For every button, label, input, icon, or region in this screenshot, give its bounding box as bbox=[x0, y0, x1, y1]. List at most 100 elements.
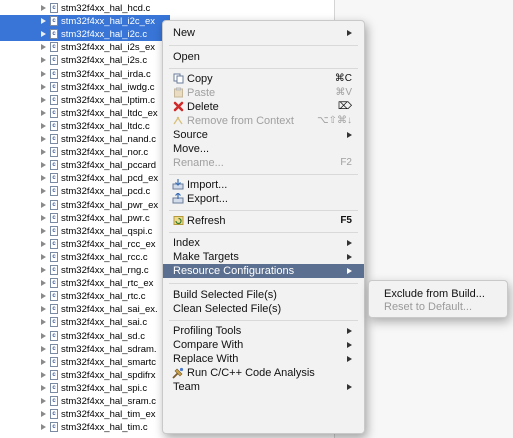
file-name: stm32f4xx_hal_sd.c bbox=[61, 330, 145, 342]
tree-file-row[interactable]: c stm32f4xx_hal_lptim.c bbox=[0, 94, 170, 107]
expand-arrow-icon[interactable] bbox=[41, 358, 46, 365]
tree-file-row[interactable]: c stm32f4xx_hal_rcc_ex bbox=[0, 238, 170, 251]
tree-file-row[interactable]: c stm32f4xx_hal_sdram. bbox=[0, 343, 170, 356]
tree-file-row[interactable]: c stm32f4xx_hal_hcd.c bbox=[0, 2, 170, 15]
expand-arrow-icon[interactable] bbox=[41, 122, 46, 129]
menu-item-build-selected[interactable]: Build Selected File(s) bbox=[163, 288, 364, 302]
c-file-icon: c bbox=[50, 42, 58, 53]
expand-arrow-icon[interactable] bbox=[41, 398, 46, 404]
menu-item-index[interactable]: Index bbox=[163, 236, 364, 250]
tree-file-row[interactable]: c stm32f4xx_hal_ltdc_ex bbox=[0, 107, 170, 120]
expand-arrow-icon[interactable] bbox=[41, 280, 46, 287]
menu-item-source[interactable]: Source bbox=[163, 128, 364, 142]
tree-file-row[interactable]: c stm32f4xx_hal_rcc.c bbox=[0, 251, 170, 264]
expand-arrow-icon[interactable] bbox=[41, 31, 46, 38]
menu-item-move[interactable]: Move... bbox=[163, 142, 364, 156]
expand-arrow-icon[interactable] bbox=[41, 175, 46, 182]
expand-arrow-icon[interactable] bbox=[41, 57, 46, 64]
c-file-icon: c bbox=[50, 369, 58, 380]
expand-arrow-icon[interactable] bbox=[41, 5, 46, 11]
expand-arrow-icon[interactable] bbox=[41, 227, 46, 234]
menu-item-compare-with[interactable]: Compare With bbox=[163, 338, 364, 352]
menu-separator bbox=[169, 174, 358, 175]
tree-file-row[interactable]: c stm32f4xx_hal_i2s.c bbox=[0, 54, 170, 67]
tree-file-row[interactable]: c stm32f4xx_hal_smartc bbox=[0, 356, 170, 369]
expand-arrow-icon[interactable] bbox=[41, 371, 46, 378]
tree-file-row[interactable]: c stm32f4xx_hal_i2s_ex bbox=[0, 41, 170, 54]
expand-arrow-icon[interactable] bbox=[41, 293, 46, 300]
tree-file-row[interactable]: c stm32f4xx_hal_spdifrx bbox=[0, 369, 170, 382]
expand-arrow-icon[interactable] bbox=[41, 18, 46, 25]
expand-arrow-icon[interactable] bbox=[41, 214, 46, 221]
menu-item-run-code-analysis[interactable]: Run C/C++ Code Analysis bbox=[163, 366, 364, 380]
tree-file-row[interactable]: c stm32f4xx_hal_sram.c bbox=[0, 395, 170, 408]
expand-arrow-icon[interactable] bbox=[41, 44, 46, 51]
tree-file-row[interactable]: c stm32f4xx_hal_irda.c bbox=[0, 68, 170, 81]
tree-file-row[interactable]: c stm32f4xx_hal_pcd_ex bbox=[0, 172, 170, 185]
menu-item-export[interactable]: Export... bbox=[163, 192, 364, 206]
expand-arrow-icon[interactable] bbox=[41, 253, 46, 260]
expand-arrow-icon[interactable] bbox=[41, 332, 46, 339]
tree-file-row[interactable]: c stm32f4xx_hal_i2c.c bbox=[0, 28, 170, 42]
tree-file-row[interactable]: c stm32f4xx_hal_tim.c bbox=[0, 421, 170, 434]
expand-arrow-icon[interactable] bbox=[41, 306, 46, 313]
tree-file-row[interactable]: c stm32f4xx_hal_sd.c bbox=[0, 330, 170, 343]
expand-arrow-icon[interactable] bbox=[41, 424, 46, 431]
expand-arrow-icon[interactable] bbox=[41, 83, 46, 90]
expand-arrow-icon[interactable] bbox=[41, 162, 46, 169]
expand-arrow-icon[interactable] bbox=[41, 136, 46, 142]
tree-file-row[interactable]: c stm32f4xx_hal_pccard bbox=[0, 159, 170, 172]
tree-file-row[interactable]: c stm32f4xx_hal_nand.c bbox=[0, 133, 170, 146]
expand-arrow-icon[interactable] bbox=[41, 109, 46, 116]
menu-item-new[interactable]: New bbox=[163, 26, 364, 40]
tree-file-row[interactable]: c stm32f4xx_hal_spi.c bbox=[0, 382, 170, 395]
menu-item-make-targets[interactable]: Make Targets bbox=[163, 250, 364, 264]
menu-item-refresh[interactable]: Refresh F5 bbox=[163, 214, 364, 228]
tree-file-row[interactable]: c stm32f4xx_hal_sai.c bbox=[0, 316, 170, 329]
file-name: stm32f4xx_hal_nor.c bbox=[61, 147, 149, 159]
file-name: stm32f4xx_hal_i2c.c bbox=[61, 29, 148, 41]
tree-file-row[interactable]: c stm32f4xx_hal_rtc.c bbox=[0, 290, 170, 303]
tree-file-row[interactable]: c stm32f4xx_hal_pwr.c bbox=[0, 212, 170, 225]
tree-file-row[interactable]: c stm32f4xx_hal_nor.c bbox=[0, 146, 170, 159]
menu-item-import[interactable]: Import... bbox=[163, 178, 364, 192]
expand-arrow-icon[interactable] bbox=[41, 96, 46, 103]
menu-item-profiling-tools[interactable]: Profiling Tools bbox=[163, 324, 364, 338]
menu-item-rename[interactable]: Rename... F2 bbox=[163, 156, 364, 170]
tree-file-row[interactable]: c stm32f4xx_hal_qspi.c bbox=[0, 225, 170, 238]
expand-arrow-icon[interactable] bbox=[41, 240, 46, 247]
expand-arrow-icon[interactable] bbox=[41, 411, 46, 418]
c-file-icon: c bbox=[50, 422, 58, 433]
menu-item-copy[interactable]: Copy ⌘C bbox=[163, 72, 364, 86]
expand-arrow-icon[interactable] bbox=[41, 345, 46, 352]
menu-item-open[interactable]: Open bbox=[163, 50, 364, 64]
tree-file-row[interactable]: c stm32f4xx_hal_tim_ex bbox=[0, 408, 170, 421]
c-file-icon: c bbox=[50, 251, 58, 262]
tree-file-row[interactable]: c stm32f4xx_hal_rng.c bbox=[0, 264, 170, 277]
menu-item-resource-configurations[interactable]: Resource Configurations bbox=[163, 264, 364, 278]
tree-file-row[interactable]: c stm32f4xx_hal_iwdg.c bbox=[0, 81, 170, 94]
c-file-icon: c bbox=[50, 212, 58, 223]
tree-file-row[interactable]: c stm32f4xx_hal_pcd.c bbox=[0, 185, 170, 198]
submenu-item-reset-to-default[interactable]: Reset to Default... bbox=[384, 300, 472, 314]
expand-arrow-icon[interactable] bbox=[41, 267, 46, 273]
menu-item-team[interactable]: Team bbox=[163, 380, 364, 394]
tree-file-row[interactable]: c stm32f4xx_hal_pwr_ex bbox=[0, 199, 170, 212]
tree-file-row[interactable]: c stm32f4xx_hal_rtc_ex bbox=[0, 277, 170, 290]
menu-item-paste[interactable]: Paste ⌘V bbox=[163, 86, 364, 100]
menu-item-delete[interactable]: Delete ⌦ bbox=[163, 100, 364, 114]
menu-item-remove-from-context[interactable]: Remove from Context ⌥⇧⌘↓ bbox=[163, 114, 364, 128]
menu-item-clean-selected[interactable]: Clean Selected File(s) bbox=[163, 302, 364, 316]
expand-arrow-icon[interactable] bbox=[41, 188, 46, 195]
expand-arrow-icon[interactable] bbox=[41, 149, 46, 156]
expand-arrow-icon[interactable] bbox=[41, 384, 46, 391]
tree-file-row[interactable]: c stm32f4xx_hal_sai_ex. bbox=[0, 303, 170, 316]
expand-arrow-icon[interactable] bbox=[41, 201, 46, 208]
expand-arrow-icon[interactable] bbox=[41, 319, 46, 326]
tree-file-row[interactable]: c stm32f4xx_hal_ltdc.c bbox=[0, 120, 170, 133]
c-file-icon: c bbox=[50, 3, 58, 13]
menu-item-replace-with[interactable]: Replace With bbox=[163, 352, 364, 366]
expand-arrow-icon[interactable] bbox=[41, 70, 46, 77]
tree-file-row[interactable]: c stm32f4xx_hal_i2c_ex bbox=[0, 15, 170, 29]
submenu-item-exclude-from-build[interactable]: Exclude from Build... bbox=[384, 287, 485, 301]
